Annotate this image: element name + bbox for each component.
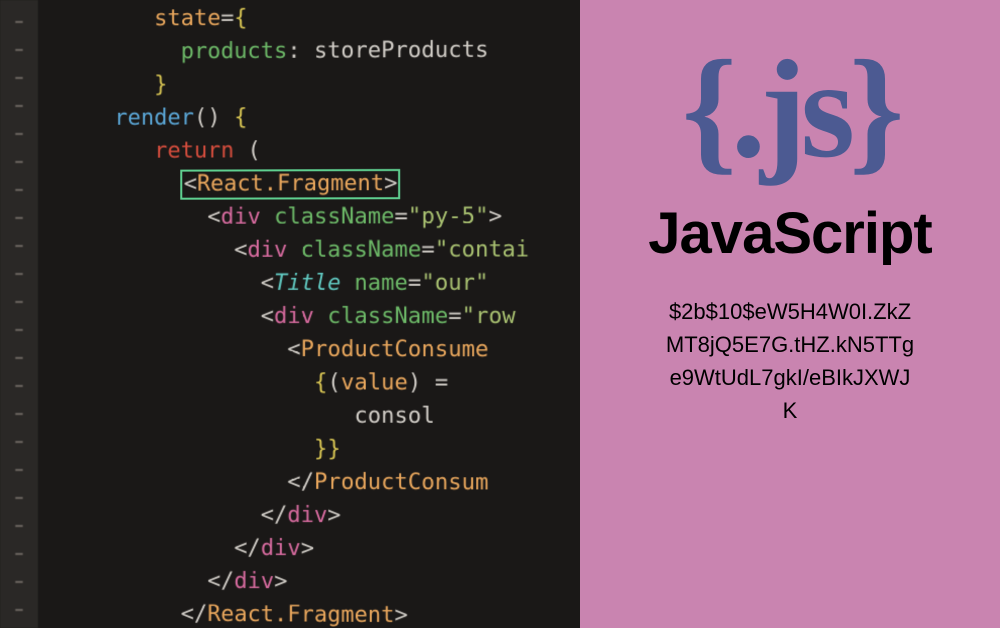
code-content: state={ products: storeProducts } render…: [48, 0, 529, 628]
hash-string: $2b$10$eW5H4W0I.ZkZ MT8jQ5E7G.tHZ.kN5TTg…: [648, 295, 932, 427]
cursor-highlight: <React.Fragment>: [181, 169, 401, 200]
js-logo: {.js}: [682, 40, 898, 180]
js-title: JavaScript: [648, 200, 931, 267]
line-number-gutter: ━━━━━━━━━━━━━━━━━━━━━━: [0, 0, 38, 628]
code-editor-panel: ━━━━━━━━━━━━━━━━━━━━━━ state={ products:…: [0, 0, 580, 628]
code-token: state: [154, 6, 221, 31]
info-panel: {.js} JavaScript $2b$10$eW5H4W0I.ZkZ MT8…: [580, 0, 1000, 628]
